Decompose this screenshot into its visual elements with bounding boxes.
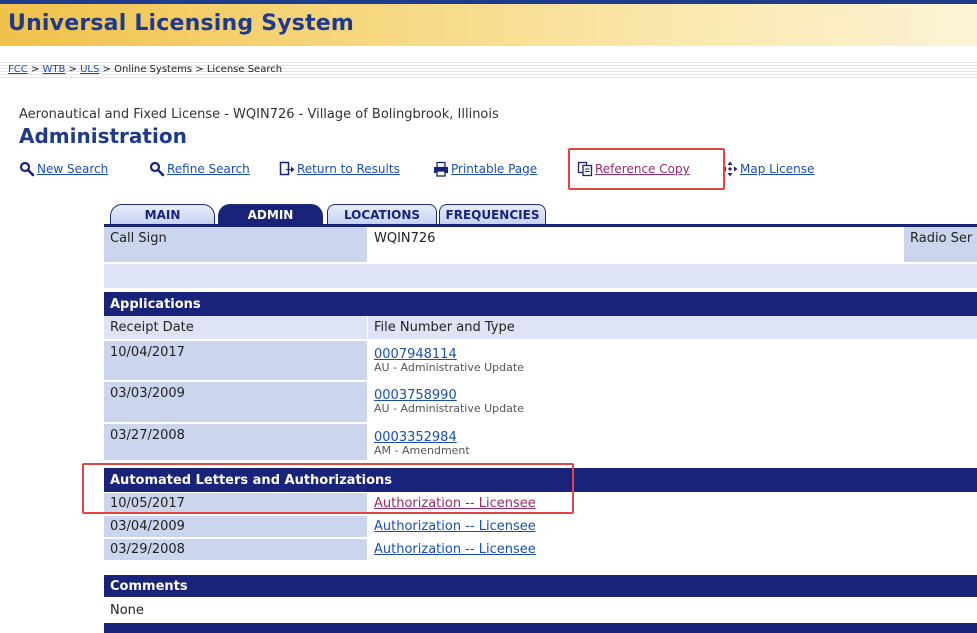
file-number-link[interactable]: 0003758990 (374, 388, 457, 403)
letter-date: 03/04/2009 (104, 516, 368, 537)
table-row: 03/04/2009 Authorization -- Licensee (104, 516, 977, 538)
letter-cell: Authorization -- Licensee (368, 516, 977, 537)
breadcrumb-separator: > (68, 64, 77, 75)
printer-icon (433, 161, 449, 177)
section-next (104, 623, 977, 633)
header-banner: Universal Licensing System (0, 0, 977, 46)
authorization-link[interactable]: Authorization -- Licensee (374, 542, 536, 557)
return-to-results-label: Return to Results (297, 162, 400, 176)
tab-main[interactable]: MAIN (110, 204, 215, 225)
letter-date: 03/29/2008 (104, 539, 368, 560)
breadcrumb-separator: > (30, 64, 40, 75)
breadcrumb: FCC > WTB > ULS > Online Systems > Licen… (8, 64, 282, 75)
table-row: 03/03/2009 0003758990 AU - Administrativ… (104, 382, 977, 423)
highlight-reference-copy (568, 148, 725, 190)
tab-admin[interactable]: ADMIN (218, 204, 323, 225)
section-applications: Applications (104, 292, 977, 316)
comments-row: None (104, 598, 977, 622)
table-row-call-sign: Call Sign WQIN726 Radio Ser (104, 227, 977, 263)
map-license-label: Map License (740, 162, 815, 176)
file-type: AM - Amendment (374, 444, 470, 457)
breadcrumb-online-systems: Online Systems (114, 64, 193, 75)
letter-cell: Authorization -- Licensee (368, 539, 977, 560)
breadcrumb-separator: > (102, 64, 111, 75)
license-subtitle: Aeronautical and Fixed License - WQIN726… (19, 107, 499, 122)
section-applications-title: Applications (110, 297, 201, 312)
file-number-link[interactable]: 0007948114 (374, 347, 457, 362)
file-cell: 0003758990 AU - Administrative Update (368, 382, 977, 422)
table-row: 10/04/2017 0007948114 AU - Administrativ… (104, 341, 977, 381)
file-cell: 0007948114 AU - Administrative Update (368, 341, 977, 380)
authorization-link[interactable]: Authorization -- Licensee (374, 519, 536, 534)
comments-value: None (110, 603, 144, 618)
table-row: 03/27/2008 0003352984 AM - Amendment (104, 424, 977, 461)
breadcrumb-uls[interactable]: ULS (80, 64, 99, 75)
breadcrumb-separator: > (195, 64, 204, 75)
call-sign-label: Call Sign (104, 227, 368, 262)
breadcrumb-wtb[interactable]: WTB (42, 64, 65, 75)
column-header-file-number: File Number and Type (368, 316, 977, 339)
column-header-receipt-date: Receipt Date (104, 316, 368, 339)
highlight-automated-letters (82, 463, 574, 514)
printable-page-label: Printable Page (451, 162, 538, 176)
receipt-date: 10/04/2017 (104, 341, 368, 380)
receipt-date: 03/03/2009 (104, 382, 368, 422)
refine-search-label: Refine Search (167, 162, 250, 176)
section-comments: Comments (104, 575, 977, 597)
magnifier-icon (149, 161, 165, 177)
breadcrumb-current: License Search (206, 64, 283, 75)
table-row: 03/29/2008 Authorization -- Licensee (104, 539, 977, 561)
magnifier-icon (19, 161, 35, 177)
app-title: Universal Licensing System (8, 11, 355, 36)
file-type: AU - Administrative Update (374, 361, 524, 374)
tab-locations[interactable]: LOCATIONS (327, 204, 437, 225)
breadcrumb-fcc[interactable]: FCC (8, 64, 28, 75)
call-sign-value: WQIN726 (368, 227, 903, 262)
section-comments-title: Comments (110, 579, 188, 594)
file-type: AU - Administrative Update (374, 402, 524, 415)
return-document-icon (279, 161, 295, 177)
page-title: Administration (19, 124, 187, 148)
file-cell: 0003352984 AM - Amendment (368, 424, 977, 460)
tab-frequencies[interactable]: FREQUENCIES (439, 204, 546, 225)
receipt-date: 03/27/2008 (104, 424, 368, 460)
table-spacer-row (104, 264, 977, 288)
file-number-link[interactable]: 0003352984 (374, 430, 457, 445)
radio-service-label: Radio Ser (903, 227, 977, 262)
applications-header-row: Receipt Date File Number and Type (104, 316, 977, 340)
new-search-label: New Search (37, 162, 109, 176)
